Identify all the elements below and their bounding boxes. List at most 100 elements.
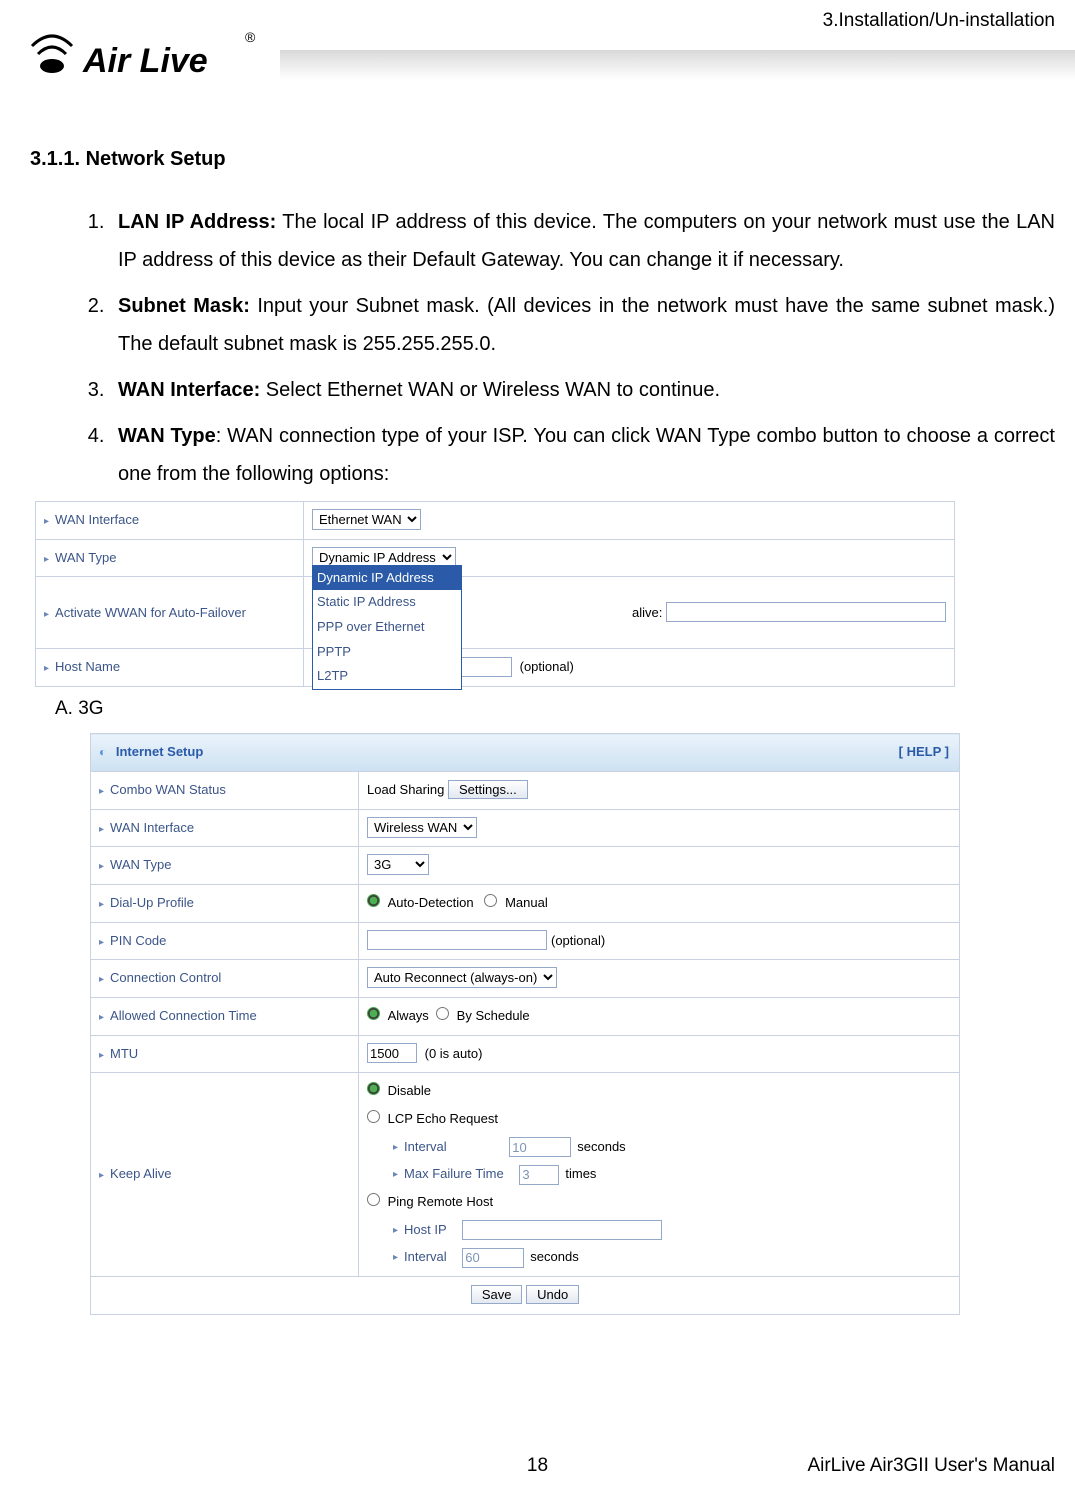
interval2-input[interactable] xyxy=(462,1248,524,1268)
ka-disable-radio[interactable] xyxy=(367,1082,380,1095)
item-text: Select Ethernet WAN or Wireless WAN to c… xyxy=(260,379,720,401)
alive-label: alive: xyxy=(632,605,662,620)
row-label: WAN Interface xyxy=(91,809,359,847)
table-title-row: Internet Setup [ HELP ] xyxy=(91,734,960,772)
dropdown-option[interactable]: PPTP xyxy=(313,640,461,665)
item-title: WAN Interface: xyxy=(118,379,260,401)
list-item: LAN IP Address: The local IP address of … xyxy=(110,203,1055,279)
table-row: Allowed Connection Time Always By Schedu… xyxy=(91,997,960,1035)
svg-text:Air Live: Air Live xyxy=(82,42,208,80)
wan-interface-select[interactable]: Ethernet WAN xyxy=(312,509,421,530)
table-row: Dial-Up Profile Auto-Detection Manual xyxy=(91,884,960,922)
item-text: Input your Subnet mask. (All devices in … xyxy=(118,295,1055,355)
undo-button[interactable]: Undo xyxy=(526,1285,579,1304)
row-value-cell: (0 is auto) xyxy=(359,1035,960,1073)
load-sharing-text: Load Sharing xyxy=(367,782,444,797)
item-title: Subnet Mask: xyxy=(118,295,250,317)
row-label: WAN Type xyxy=(36,539,304,577)
triangle-icon: ▸ xyxy=(393,1165,398,1184)
save-row: Save Undo xyxy=(91,1277,960,1315)
svg-text:®: ® xyxy=(245,29,256,45)
radio-label: Always xyxy=(388,1008,429,1023)
row-value-cell: Load Sharing Settings... xyxy=(359,771,960,809)
row-label: PIN Code xyxy=(91,922,359,960)
title-text: Internet Setup xyxy=(116,744,203,759)
row-label: Keep Alive xyxy=(91,1073,359,1277)
dropdown-option[interactable]: Static IP Address xyxy=(313,590,461,615)
wan-interface-select-2[interactable]: Wireless WAN xyxy=(367,817,477,838)
ka-lcp-radio[interactable] xyxy=(367,1110,380,1123)
brand-logo: Air Live ® xyxy=(20,22,260,94)
table-row: Connection Control Auto Reconnect (alway… xyxy=(91,960,960,998)
section-heading: 3.1.1. Network Setup xyxy=(30,140,1055,178)
interval-label: Interval xyxy=(404,1135,447,1160)
row-label: MTU xyxy=(91,1035,359,1073)
item-title: LAN IP Address: xyxy=(118,211,276,233)
hostip-label: Host IP xyxy=(404,1218,447,1243)
wan-type-dropdown[interactable]: Dynamic IP Address Static IP Address PPP… xyxy=(312,565,462,690)
pin-code-input[interactable] xyxy=(367,930,547,950)
radio-label: Disable xyxy=(388,1083,431,1098)
radio-label: Auto-Detection xyxy=(388,895,474,910)
seconds2-label: seconds xyxy=(530,1245,578,1270)
row-value-cell: (optional) xyxy=(359,922,960,960)
radio-label: By Schedule xyxy=(457,1008,530,1023)
triangle-icon: ▸ xyxy=(393,1221,398,1240)
auto-detection-radio[interactable] xyxy=(367,894,380,907)
row-label: WAN Type xyxy=(91,847,359,885)
maxfail-input[interactable] xyxy=(519,1165,559,1185)
connection-control-select[interactable]: Auto Reconnect (always-on) xyxy=(367,967,557,988)
help-link[interactable]: [ HELP ] xyxy=(899,740,949,765)
row-value-cell: Wireless WAN xyxy=(359,809,960,847)
table-title: Internet Setup [ HELP ] xyxy=(91,734,960,772)
list-item: WAN Interface: Select Ethernet WAN or Wi… xyxy=(110,371,1055,409)
row-value-cell: Ethernet WAN xyxy=(304,502,955,540)
always-radio[interactable] xyxy=(367,1007,380,1020)
row-value-cell: Auto-Detection Manual xyxy=(359,884,960,922)
wan-type-select-2[interactable]: 3G xyxy=(367,854,429,875)
dropdown-option[interactable]: L2TP xyxy=(313,664,461,689)
row-value-cell: Always By Schedule xyxy=(359,997,960,1035)
radio-label: Ping Remote Host xyxy=(388,1194,494,1209)
wan-type-table: WAN Interface Ethernet WAN WAN Type Dyna… xyxy=(35,501,955,687)
chapter-label: 3.Installation/Un-installation xyxy=(823,10,1055,32)
alive-input[interactable] xyxy=(666,602,946,622)
interval-input[interactable] xyxy=(509,1137,571,1157)
page-footer: 18 AirLive Air3GII User's Manual xyxy=(0,1455,1075,1477)
schedule-radio[interactable] xyxy=(436,1007,449,1020)
row-value-cell: Dynamic IP Address Dynamic IP Address St… xyxy=(304,539,955,577)
maxfail-label: Max Failure Time xyxy=(404,1162,504,1187)
row-label: Allowed Connection Time xyxy=(91,997,359,1035)
radio-label: Manual xyxy=(505,895,548,910)
mtu-note: (0 is auto) xyxy=(425,1046,483,1061)
header-band xyxy=(280,50,1075,80)
manual-radio[interactable] xyxy=(484,894,497,907)
times-label: times xyxy=(565,1162,596,1187)
row-label: Combo WAN Status xyxy=(91,771,359,809)
dropdown-option[interactable]: Dynamic IP Address xyxy=(313,566,461,591)
page-number: 18 xyxy=(527,1455,548,1477)
interval2-label: Interval xyxy=(404,1245,447,1270)
row-value-cell: 3G xyxy=(359,847,960,885)
hostip-input[interactable] xyxy=(462,1220,662,1240)
list-item: WAN Type: WAN connection type of your IS… xyxy=(110,417,1055,493)
table-row: PIN Code (optional) xyxy=(91,922,960,960)
airlive-logo-icon: Air Live ® xyxy=(20,22,260,94)
save-button[interactable]: Save xyxy=(471,1285,523,1304)
table-row: Host Name (optional) xyxy=(36,649,955,687)
table-row: Keep Alive Disable LCP Echo Request ▸ Int… xyxy=(91,1073,960,1277)
internet-setup-table: Internet Setup [ HELP ] Combo WAN Status… xyxy=(90,733,960,1315)
dropdown-option[interactable]: PPP over Ethernet xyxy=(313,615,461,640)
table-row: WAN Type 3G xyxy=(91,847,960,885)
item-title: WAN Type xyxy=(118,425,216,447)
table-row: Activate WWAN for Auto-Failover alive: xyxy=(36,577,955,649)
page-header: 3.Installation/Un-installation Air Live … xyxy=(0,0,1075,120)
optional-note: (optional) xyxy=(520,659,574,674)
ka-ping-radio[interactable] xyxy=(367,1193,380,1206)
settings-button[interactable]: Settings... xyxy=(448,780,528,799)
mtu-input[interactable] xyxy=(367,1043,417,1063)
radio-label: LCP Echo Request xyxy=(388,1111,498,1126)
content-area: 3.1.1. Network Setup LAN IP Address: The… xyxy=(0,120,1075,1315)
table-row: MTU (0 is auto) xyxy=(91,1035,960,1073)
manual-title: AirLive Air3GII User's Manual xyxy=(807,1455,1055,1477)
